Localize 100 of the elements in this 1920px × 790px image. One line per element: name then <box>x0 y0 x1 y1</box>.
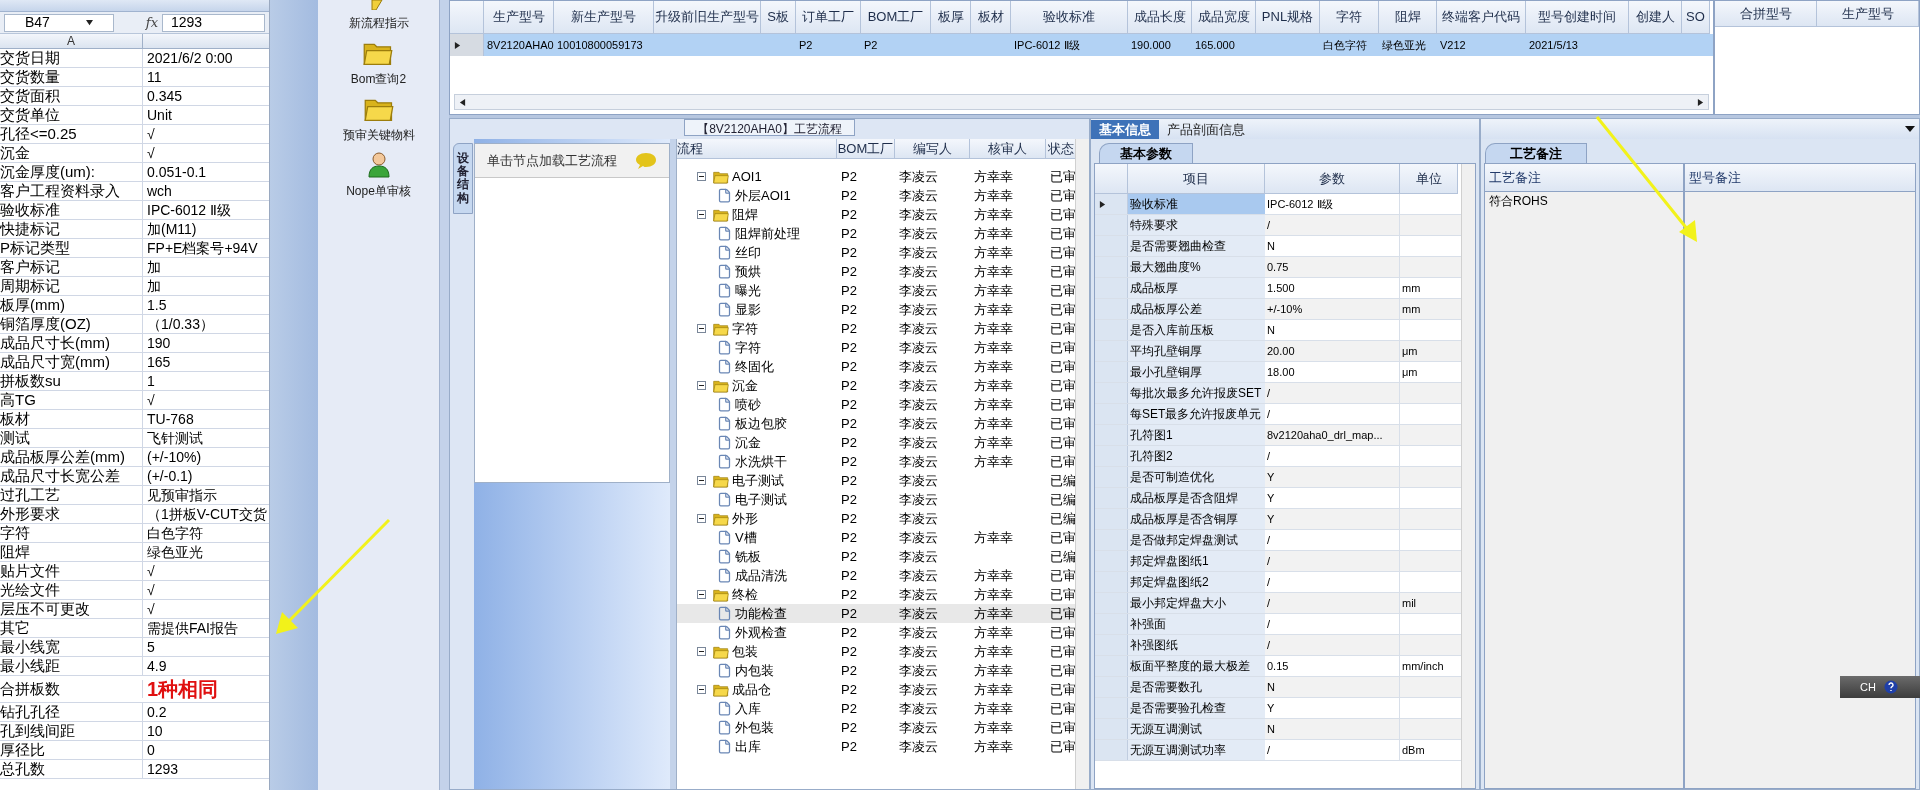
side-tab[interactable]: 设备结构 <box>453 143 473 214</box>
tree-row[interactable]: 内包装 P2 李凌云 方幸幸 已审 <box>677 661 1075 680</box>
column-header[interactable]: A <box>0 34 143 48</box>
tree-row[interactable]: 水洗烘干 P2 李凌云 方幸幸 已审 <box>677 452 1075 471</box>
row-header[interactable] <box>1095 194 1128 214</box>
column-header[interactable]: BOM工厂 <box>861 1 931 34</box>
collapse-icon[interactable] <box>697 647 706 656</box>
column-header[interactable]: BOM工厂 <box>837 139 895 159</box>
tree-row[interactable]: 沉金 P2 李凌云 方幸幸 已审 <box>677 433 1075 452</box>
tree-row[interactable]: 显影 P2 李凌云 方幸幸 已审 <box>677 300 1075 319</box>
sidebar-item[interactable]: Nope单审核 <box>346 182 411 200</box>
collapse-icon[interactable] <box>697 590 706 599</box>
collapse-icon[interactable] <box>697 172 706 181</box>
column-header[interactable]: 创建人 <box>1629 1 1682 34</box>
scroll-left-icon[interactable] <box>459 98 466 106</box>
vertical-scrollbar[interactable] <box>1075 139 1089 789</box>
tree-row[interactable]: 包装 P2 李凌云 方幸幸 已审 <box>677 642 1075 661</box>
tree-row[interactable]: 沉金 P2 李凌云 方幸幸 已审 <box>677 376 1075 395</box>
tree-row[interactable]: 曝光 P2 李凌云 方幸幸 已审 <box>677 281 1075 300</box>
tree-row[interactable]: 字符 P2 李凌云 方幸幸 已审 <box>677 338 1075 357</box>
column-header[interactable]: 状态 <box>1046 139 1076 159</box>
table-cell-text: N <box>1267 238 1275 254</box>
column-header[interactable]: 合拼型号 <box>1715 1 1817 27</box>
tree-row[interactable]: 喷砂 P2 李凌云 方幸幸 已审 <box>677 395 1075 414</box>
tree-row[interactable]: 终固化 P2 李凌云 方幸幸 已审 <box>677 357 1075 376</box>
tree-row[interactable]: 阻焊前处理 P2 李凌云 方幸幸 已审 <box>677 224 1075 243</box>
column-header[interactable]: 单位 <box>1400 164 1458 194</box>
column-header[interactable]: 项目 <box>1128 164 1265 194</box>
column-header[interactable]: SO <box>1682 1 1710 34</box>
column-header[interactable]: 生产型号 <box>1817 1 1919 27</box>
tab[interactable]: 基本信息 <box>1091 120 1159 139</box>
tree-row[interactable]: V槽 P2 李凌云 方幸幸 已审 <box>677 528 1075 547</box>
tab[interactable]: 产品剖面信息 <box>1159 120 1253 139</box>
tree-row[interactable]: 入库 P2 李凌云 方幸幸 已审 <box>677 699 1075 718</box>
vertical-scrollbar[interactable] <box>1461 164 1475 788</box>
column-header[interactable]: 生产型号 <box>484 1 554 34</box>
column-header[interactable]: 阻焊 <box>1379 1 1437 34</box>
column-header[interactable]: S板 <box>761 1 796 34</box>
dropdown-icon[interactable] <box>86 19 93 26</box>
column-header[interactable]: PNL规格 <box>1256 1 1320 34</box>
collapse-icon[interactable] <box>697 324 706 333</box>
collapse-icon[interactable] <box>697 476 706 485</box>
tree-row[interactable]: 出库 P2 李凌云 方幸幸 已审 <box>677 737 1075 756</box>
subtab[interactable]: 工艺备注 <box>1485 143 1587 163</box>
column-header[interactable]: 板材 <box>971 1 1011 34</box>
tree-row[interactable]: 外层AOI1 P2 李凌云 方幸幸 已审 <box>677 186 1075 205</box>
collapse-icon[interactable] <box>697 514 706 523</box>
column-header[interactable]: 型号备注 <box>1685 164 1915 192</box>
column-header[interactable]: 编写人 <box>895 139 970 159</box>
name-box[interactable]: B47 <box>4 13 114 32</box>
collapse-icon[interactable] <box>697 381 706 390</box>
column-header[interactable]: 工艺备注 <box>1485 164 1685 192</box>
column-header[interactable]: 参数 <box>1265 164 1400 194</box>
column-header[interactable]: 升级前旧生产型号 <box>654 1 761 34</box>
column-header[interactable]: 新生产型号 <box>554 1 654 34</box>
scroll-right-icon[interactable] <box>1697 98 1704 106</box>
dropdown-icon[interactable] <box>1905 126 1915 132</box>
tree-row[interactable]: 成品仓 P2 李凌云 方幸幸 已审 <box>677 680 1075 699</box>
cell-label: 交货面积 <box>0 87 143 105</box>
collapse-icon[interactable] <box>697 210 706 219</box>
tree-row[interactable]: 外观检查 P2 李凌云 方幸幸 已审 <box>677 623 1075 642</box>
splitter[interactable] <box>440 0 449 790</box>
tree-row[interactable]: 丝印 P2 李凌云 方幸幸 已审 <box>677 243 1075 262</box>
tree-row[interactable]: 外形 P2 李凌云 已编 <box>677 509 1075 528</box>
tree-row[interactable]: 终检 P2 李凌云 方幸幸 已审 <box>677 585 1075 604</box>
column-header[interactable]: 字符 <box>1320 1 1379 34</box>
column-header[interactable]: 成品长度 <box>1128 1 1192 34</box>
column-header[interactable]: 成品宽度 <box>1192 1 1256 34</box>
grid-corner[interactable] <box>450 1 484 34</box>
grid-row[interactable]: 8V2120AHA0 10010800059173 P2 P2 IPC-6012 Ⅱ级 190.000 165.000 白色字符 绿色亚光 V212 2021/5/13 <box>450 34 1713 56</box>
column-header[interactable]: 终端客户代码 <box>1437 1 1526 34</box>
column-header[interactable]: 验收标准 <box>1011 1 1128 34</box>
column-header[interactable]: 型号创建时间 <box>1526 1 1629 34</box>
help-icon[interactable] <box>1883 680 1898 694</box>
column-header[interactable]: 流程 <box>677 139 837 159</box>
formula-field[interactable]: 1293 <box>162 13 265 32</box>
sidebar-item[interactable]: 新流程指示 <box>348 14 409 32</box>
column-header[interactable]: 板厚 <box>931 1 971 34</box>
collapse-icon[interactable] <box>697 685 706 694</box>
column-header[interactable] <box>143 34 269 48</box>
tree-row[interactable]: 板边包胶 P2 李凌云 方幸幸 已审 <box>677 414 1075 433</box>
column-header[interactable]: 订单工厂 <box>796 1 861 34</box>
tree-row[interactable]: 电子测试 P2 李凌云 已编 <box>677 471 1075 490</box>
tree-row[interactable]: 外包装 P2 李凌云 方幸幸 已审 <box>677 718 1075 737</box>
ime-label[interactable]: CH <box>1860 678 1876 696</box>
tree-row[interactable]: AOI1 P2 李凌云 方幸幸 已审 <box>677 167 1075 186</box>
tree-row[interactable]: 成品清洗 P2 李凌云 方幸幸 已审 <box>677 566 1075 585</box>
tree-row[interactable]: 字符 P2 李凌云 方幸幸 已审 <box>677 319 1075 338</box>
tree-row[interactable]: 阻焊 P2 李凌云 方幸幸 已审 <box>677 205 1075 224</box>
column-header[interactable]: 核审人 <box>970 139 1046 159</box>
sidebar-item[interactable]: Bom查询2 <box>350 70 407 88</box>
sidebar-item[interactable]: 预审关键物料 <box>342 126 415 144</box>
row-pointer-icon[interactable] <box>1099 200 1106 208</box>
subtab[interactable]: 基本参数 <box>1099 143 1193 163</box>
tree-row[interactable]: 预烘 P2 李凌云 方幸幸 已审 <box>677 262 1075 281</box>
row-pointer-icon[interactable] <box>454 41 461 49</box>
horizontal-scrollbar[interactable] <box>454 94 1709 110</box>
tree-row[interactable]: 铣板 P2 李凌云 已编 <box>677 547 1075 566</box>
tree-row[interactable]: 功能检查 P2 李凌云 方幸幸 已审 <box>677 604 1075 623</box>
tree-row[interactable]: 电子测试 P2 李凌云 已编 <box>677 490 1075 509</box>
